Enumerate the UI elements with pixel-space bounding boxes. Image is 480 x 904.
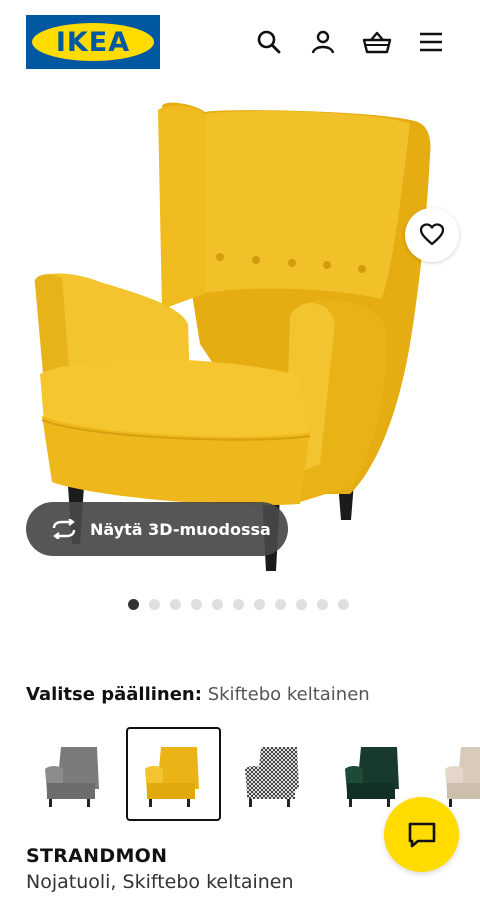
view-3d-label: Näytä 3D-muodossa (90, 519, 271, 539)
favourite-button[interactable] (405, 208, 459, 262)
armchair-thumbnail (444, 747, 480, 807)
logo-oval: IKEA (32, 23, 154, 61)
carousel-dot[interactable] (296, 599, 307, 610)
cover-label: Valitse päällinen: (26, 684, 202, 705)
carousel-dot[interactable] (170, 599, 181, 610)
carousel-dot[interactable] (191, 599, 202, 610)
menu-icon[interactable] (415, 26, 447, 58)
chat-icon (408, 822, 435, 847)
basket-icon[interactable] (361, 26, 393, 58)
rotate-icon (52, 519, 76, 539)
ikea-logo[interactable]: IKEA (26, 15, 160, 69)
header: IKEA (0, 0, 480, 84)
carousel-dot[interactable] (212, 599, 223, 610)
product-name: STRANDMON (26, 845, 168, 867)
armchair-thumbnail (144, 747, 199, 807)
armchair-thumbnail (44, 747, 99, 807)
carousel-dot[interactable] (338, 599, 349, 610)
heart-icon (419, 223, 445, 246)
carousel-dot[interactable] (128, 599, 139, 610)
cover-selector-heading: Valitse päällinen: Skiftebo keltainen (26, 684, 370, 705)
swatch-grey[interactable] (26, 727, 121, 821)
carousel-dot[interactable] (275, 599, 286, 610)
swatch-yellow[interactable] (126, 727, 221, 821)
view-3d-button[interactable]: Näytä 3D-muodossa (26, 502, 288, 556)
armchair-thumbnail (244, 747, 299, 807)
carousel-dots (128, 599, 349, 610)
swatch-check[interactable] (226, 727, 321, 821)
logo-text: IKEA (55, 26, 131, 58)
carousel-dot[interactable] (149, 599, 160, 610)
cover-value: Skiftebo keltainen (207, 684, 370, 705)
carousel-dot[interactable] (317, 599, 328, 610)
carousel-dot[interactable] (233, 599, 244, 610)
chat-button[interactable] (384, 797, 459, 872)
search-icon[interactable] (253, 26, 285, 58)
armchair-thumbnail (344, 747, 399, 807)
product-description: Nojatuoli, Skiftebo keltainen (26, 871, 294, 893)
account-icon[interactable] (307, 26, 339, 58)
carousel-dot[interactable] (254, 599, 265, 610)
